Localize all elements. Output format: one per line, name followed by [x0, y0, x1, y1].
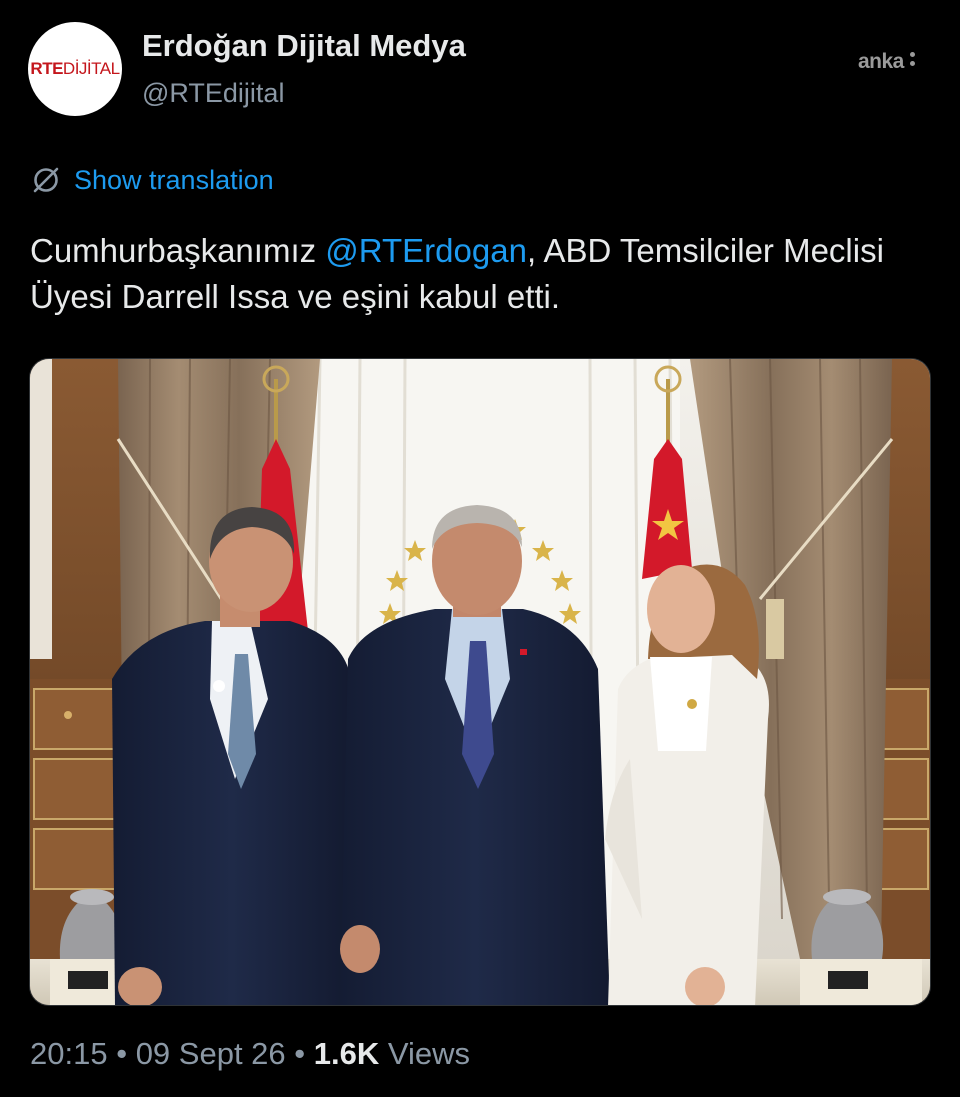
meta-separator-2: • [294, 1036, 306, 1071]
avatar-logo-light: DİJİTAL [62, 59, 120, 78]
avatar-logo: RTEDİJİTAL [30, 59, 120, 79]
tweet-meta: 20:15 • 09 Sept 26 • 1.6K Views [30, 1036, 470, 1072]
avatar-logo-bold: RTE [30, 59, 63, 78]
views-count[interactable]: 1.6K [314, 1036, 379, 1071]
translate-row[interactable]: Show translation [30, 164, 274, 196]
author-display-name[interactable]: Erdoğan Dijital Medya [142, 28, 466, 64]
tweet-time[interactable]: 20:15 [30, 1036, 108, 1071]
show-translation-link[interactable]: Show translation [74, 165, 274, 196]
watermark-dots [910, 52, 916, 66]
tweet-date[interactable]: 09 Sept 26 [136, 1036, 286, 1071]
watermark: anka [858, 50, 904, 73]
views-label: Views [387, 1036, 471, 1071]
globe-slash-icon [33, 167, 59, 193]
mention-link[interactable]: @RTErdogan [325, 232, 527, 269]
tweet-text-start: Cumhurbaşkanımız [30, 232, 326, 269]
tweet-photo-image [30, 359, 930, 1005]
avatar[interactable]: RTEDİJİTAL [28, 22, 122, 116]
author-handle[interactable]: @RTEdijital [142, 78, 284, 109]
tweet-text: Cumhurbaşkanımız @RTErdogan, ABD Temsilc… [30, 228, 930, 320]
meta-separator: • [116, 1036, 128, 1071]
tweet-photo[interactable] [29, 358, 931, 1006]
